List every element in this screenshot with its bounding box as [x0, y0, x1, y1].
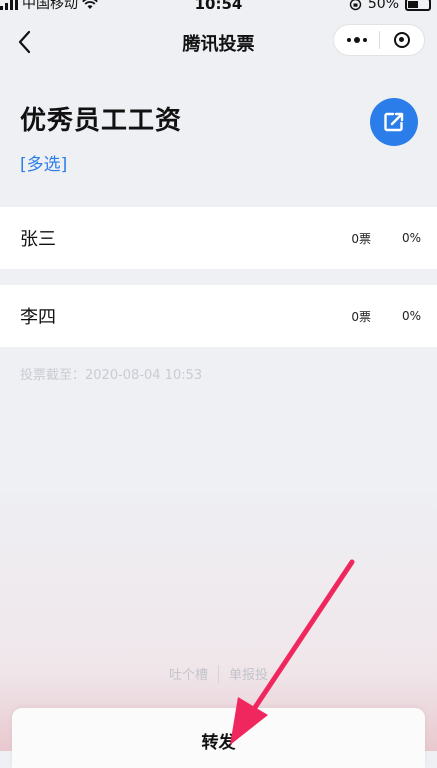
status-bar: 中国移动 10:54 50%	[0, 0, 437, 14]
option-name: 张三	[20, 229, 56, 250]
report-link[interactable]: 单报投	[229, 664, 268, 683]
footer-links: 吐个槽 单报投	[0, 664, 437, 683]
status-bar-right: 50%	[349, 0, 431, 11]
battery-icon	[405, 0, 431, 11]
battery-percent: 50%	[367, 0, 399, 12]
more-dots-icon[interactable]	[334, 37, 379, 43]
miniprogram-capsule	[333, 24, 425, 56]
share-button[interactable]	[370, 98, 418, 146]
option-votes: 0票	[351, 231, 371, 246]
footer-divider	[218, 664, 219, 683]
poll-option[interactable]: 张三 0票 0%	[0, 207, 437, 269]
complain-link[interactable]: 吐个槽	[169, 664, 208, 683]
action-sheet: 转发	[12, 708, 425, 768]
share-external-icon	[384, 112, 404, 132]
poll-title: 优秀员工工资	[20, 106, 183, 136]
poll-type-label: [多选]	[20, 155, 68, 175]
option-percent: 0%	[401, 231, 421, 245]
poll-deadline: 投票截至：2020-08-04 10:53	[20, 368, 203, 383]
orientation-lock-icon	[349, 0, 362, 10]
forward-button[interactable]: 转发	[12, 728, 425, 753]
option-votes: 0票	[351, 309, 371, 324]
close-circle-icon[interactable]	[380, 32, 424, 48]
poll-option[interactable]: 李四 0票 0%	[0, 285, 437, 347]
option-percent: 0%	[401, 309, 421, 323]
nav-bar: 腾讯投票	[0, 14, 437, 72]
option-name: 李四	[20, 307, 56, 328]
